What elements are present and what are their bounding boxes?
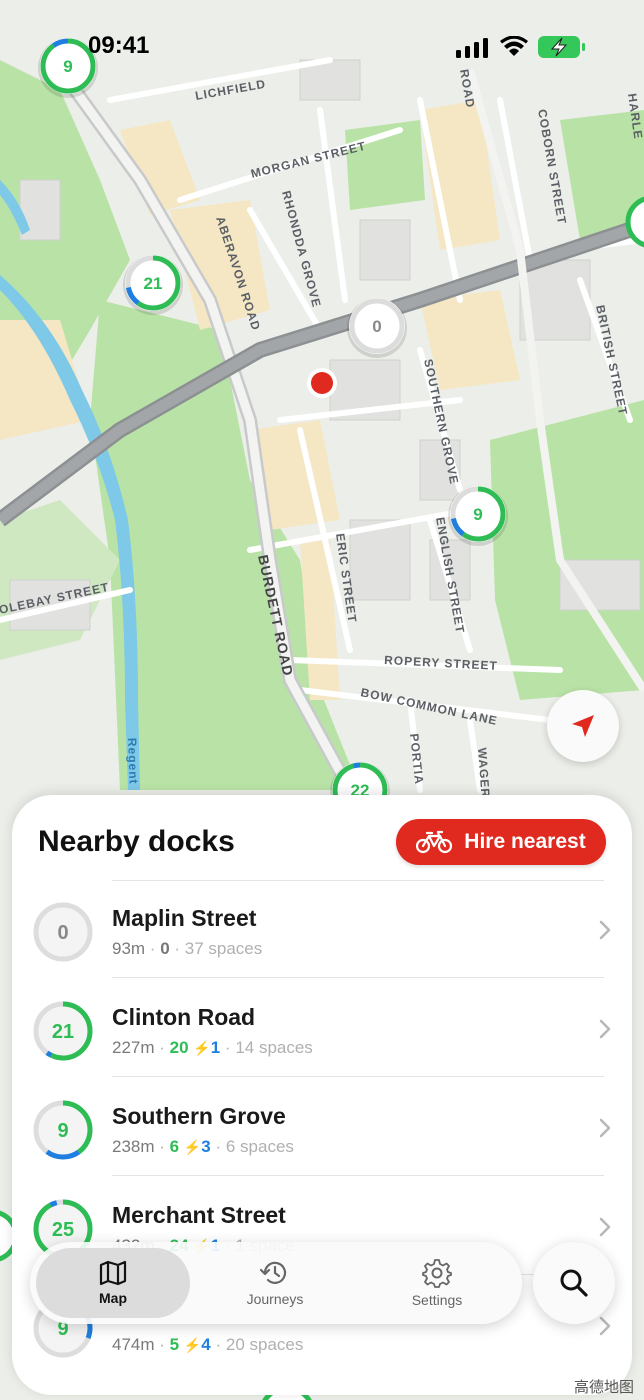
dock-marker[interactable]: 9 — [448, 486, 508, 546]
separator-dot: · — [154, 1335, 170, 1354]
wifi-icon — [500, 36, 528, 56]
dock-meta: 227m · 20 ⚡1 · 14 spaces — [112, 1038, 313, 1058]
separator-dot: · — [210, 1335, 226, 1354]
tab-bar: Map Journeys Settings — [30, 1242, 522, 1324]
dock-bike-count: 20 — [169, 1038, 189, 1057]
map-copyright: 高德地图 — [574, 1379, 635, 1396]
chevron-right-icon — [599, 1316, 611, 1336]
dock-marker-count: 21 — [144, 274, 163, 293]
recenter-location-button[interactable] — [547, 690, 619, 762]
tab-settings[interactable]: Settings — [360, 1248, 514, 1318]
dock-list-item[interactable]: 9 Southern Grove 238m · 6 ⚡3 · 6 spaces — [12, 1079, 632, 1177]
dock-marker[interactable]: 21 — [123, 255, 183, 315]
separator-dot: · — [154, 1137, 170, 1156]
dock-spaces: 6 spaces — [225, 1137, 294, 1156]
dock-spaces: 20 spaces — [225, 1335, 304, 1354]
divider — [112, 977, 604, 978]
dock-ebike-count: 1 — [210, 1038, 221, 1057]
dock-ring-count: 21 — [52, 1021, 74, 1043]
bolt-icon: ⚡ — [183, 1337, 202, 1353]
dock-distance: 227m — [112, 1038, 155, 1057]
search-icon — [560, 1269, 588, 1297]
chevron-right-icon — [599, 1019, 611, 1039]
separator-dot: · — [145, 939, 161, 958]
dock-bike-count: 5 — [169, 1335, 180, 1354]
dock-name: Maplin Street — [112, 905, 257, 931]
signal-icon — [456, 38, 488, 58]
dock-name: Merchant Street — [112, 1202, 286, 1228]
chevron-right-icon — [599, 920, 611, 940]
user-location-dot — [311, 372, 333, 394]
dock-ebike-count: 3 — [201, 1137, 211, 1156]
separator-dot: · — [210, 1137, 226, 1156]
dock-marker-count: 0 — [372, 317, 381, 336]
dock-name: Southern Grove — [112, 1103, 286, 1129]
dock-spaces: 37 spaces — [184, 939, 263, 958]
dock-ring-count: 25 — [52, 1219, 74, 1241]
dock-availability-ring: 9 — [33, 1100, 93, 1160]
chevron-right-icon — [599, 1217, 611, 1237]
bolt-icon: ⚡ — [183, 1139, 202, 1155]
street-label: Regent — [125, 738, 141, 785]
location-arrow-icon — [572, 715, 594, 737]
hire-nearest-button[interactable]: Hire nearest — [396, 819, 606, 865]
dock-meta: 238m · 6 ⚡3 · 6 spaces — [112, 1137, 294, 1157]
dock-list-item[interactable]: 21 Clinton Road 227m · 20 ⚡1 · 14 spaces — [12, 980, 632, 1078]
tab-map[interactable]: Map — [36, 1248, 190, 1318]
dock-marker[interactable]: 0 — [347, 298, 407, 358]
dock-meta: 474m · 5 ⚡4 · 20 spaces — [112, 1335, 303, 1355]
tab-journeys-label: Journeys — [246, 1291, 304, 1307]
map-icon — [99, 1260, 127, 1286]
hire-nearest-label: Hire nearest — [464, 830, 586, 853]
dock-distance: 474m — [112, 1335, 155, 1354]
dock-distance: 238m — [112, 1137, 155, 1156]
battery-charging-icon — [538, 36, 585, 58]
search-button[interactable] — [533, 1242, 615, 1324]
dock-availability-ring: 21 — [33, 1001, 93, 1061]
tab-journeys[interactable]: Journeys — [198, 1248, 352, 1318]
history-icon — [260, 1261, 287, 1284]
chevron-right-icon — [599, 1118, 611, 1138]
gear-icon — [422, 1259, 452, 1288]
dock-bike-count: 6 — [169, 1137, 180, 1156]
dock-ring-count: 9 — [57, 1120, 68, 1142]
dock-list-item[interactable]: 0 Maplin Street 93m · 0 · 37 spaces — [12, 881, 632, 979]
dock-spaces: 14 spaces — [235, 1038, 313, 1057]
divider — [112, 1076, 604, 1077]
dock-distance: 93m — [112, 939, 146, 958]
dock-bike-count: 0 — [160, 939, 170, 958]
status-bar: 09:41 — [0, 0, 644, 90]
separator-dot: · — [154, 1038, 170, 1057]
bolt-icon: ⚡ — [193, 1040, 211, 1056]
status-time: 09:41 — [88, 32, 150, 59]
dock-ebike-count: 4 — [201, 1335, 211, 1354]
sheet-title: Nearby docks — [38, 825, 235, 858]
dock-meta: 93m · 0 · 37 spaces — [112, 939, 262, 959]
dock-ring-count: 0 — [57, 922, 68, 944]
dock-availability-ring: 0 — [33, 902, 93, 962]
divider — [112, 1175, 604, 1176]
tab-map-label: Map — [99, 1290, 127, 1306]
dock-marker-count: 9 — [473, 505, 482, 524]
bicycle-icon — [416, 830, 453, 854]
dock-name: Clinton Road — [112, 1004, 256, 1030]
tab-settings-label: Settings — [411, 1292, 463, 1308]
separator-dot: · — [220, 1038, 236, 1057]
separator-dot: · — [169, 939, 185, 958]
